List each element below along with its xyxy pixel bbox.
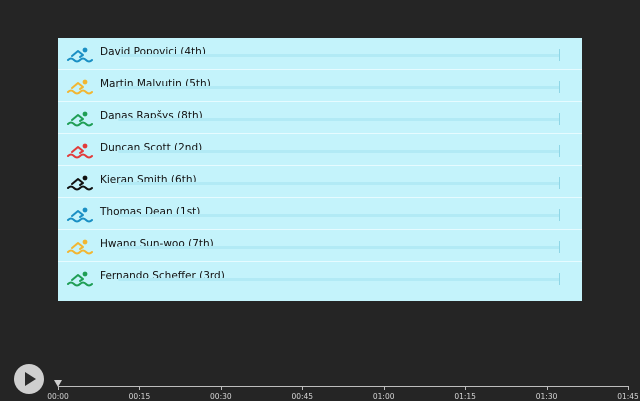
lane-line [118, 86, 560, 89]
timeline-tick [139, 386, 141, 390]
lane: Hwang Sun-woo (7th) [58, 230, 582, 262]
timeline-tick [58, 386, 59, 390]
lane-line [118, 246, 560, 249]
timeline-tick [383, 386, 385, 390]
swimmer-icon [66, 110, 94, 128]
lane-finish-marker [559, 273, 560, 285]
swimmer-icon [66, 174, 94, 192]
play-icon [25, 372, 36, 386]
lane: Kieran Smith (6th) [58, 166, 582, 198]
swimmer-icon [66, 78, 94, 96]
lane-finish-marker [559, 177, 560, 189]
swimmer-icon [66, 142, 94, 160]
pool: David Popovici (4th) Martin Malyutin (5t… [58, 38, 582, 301]
lane: Duncan Scott (2nd) [58, 134, 582, 166]
timeline-axis[interactable] [58, 386, 628, 387]
timeline-tick [220, 386, 222, 390]
timeline-tick [302, 386, 304, 390]
timeline-tick [465, 386, 467, 390]
lane: Fernando Scheffer (3rd) [58, 262, 582, 294]
timeline-tick [546, 386, 548, 390]
swimmer-icon [66, 206, 94, 224]
lane-finish-marker [559, 209, 560, 221]
lane-line [118, 150, 560, 153]
play-button[interactable] [14, 364, 44, 394]
lane-finish-marker [559, 145, 560, 157]
swimmer-icon [66, 46, 94, 64]
swimmer-icon [66, 238, 94, 256]
timeline-tick [628, 386, 629, 390]
lane-line [118, 278, 560, 281]
lane: Thomas Dean (1st) [58, 198, 582, 230]
lane: Martin Malyutin (5th) [58, 70, 582, 102]
lane-line [118, 214, 560, 217]
lane: Danas Rapšys (8th) [58, 102, 582, 134]
swimmer-icon [66, 270, 94, 288]
lane: David Popovici (4th) [58, 38, 582, 70]
lane-line [118, 54, 560, 57]
lane-finish-marker [559, 81, 560, 93]
lane-line [118, 182, 560, 185]
lane-finish-marker [559, 241, 560, 253]
lane-finish-marker [559, 113, 560, 125]
lane-finish-marker [559, 49, 560, 61]
lane-line [118, 118, 560, 121]
